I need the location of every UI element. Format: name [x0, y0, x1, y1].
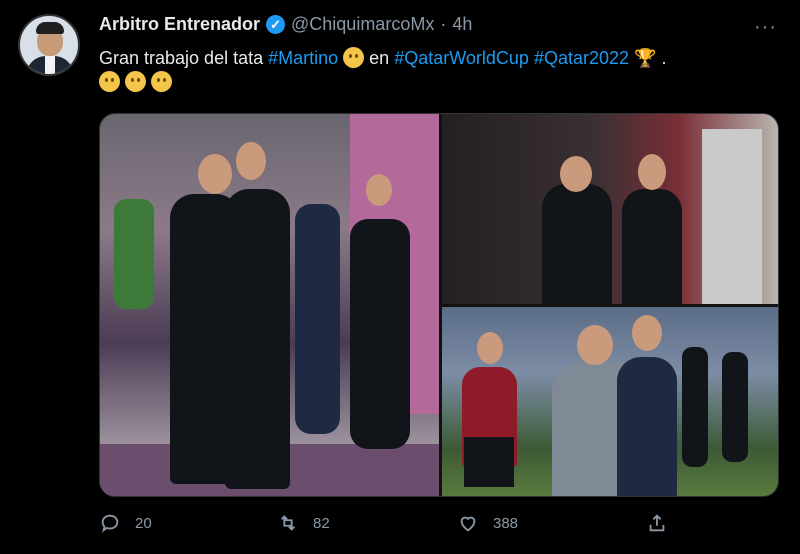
trophy-emoji-icon: 🏆: [634, 48, 657, 68]
retweet-action[interactable]: 82: [277, 512, 330, 534]
retweet-count: 82: [313, 514, 330, 532]
author-handle[interactable]: @ChiquimarcoMx: [291, 14, 434, 35]
share-icon: [649, 514, 665, 532]
hashtag-martino[interactable]: #Martino: [268, 48, 338, 68]
stadium-hug-photo[interactable]: [442, 307, 778, 496]
tweet-text: Gran trabajo del tata #Martino en #Qatar…: [99, 46, 779, 94]
avatar-shirt: [45, 56, 55, 74]
more-options-icon[interactable]: ···: [754, 16, 777, 39]
avatar-hair: [36, 22, 64, 34]
heart-icon: [460, 516, 476, 532]
share-action[interactable]: [646, 512, 668, 534]
winking-face-emoji-icon: [343, 47, 365, 68]
tweet-text-part: Gran trabajo del tata: [99, 48, 269, 68]
tweet-text-period: .: [656, 48, 667, 68]
tweet-header: Arbitro Entrenador ✓ @ChiquimarcoMx · 4h: [99, 14, 472, 35]
separator-dot: ·: [440, 14, 447, 34]
rolling-laughing-face-emoji-icon: [151, 71, 173, 92]
hashtag-qatar2022[interactable]: #Qatar2022: [534, 48, 629, 68]
media-grid: [99, 113, 779, 497]
hashtag-qatarworldcup[interactable]: #QatarWorldCup: [394, 48, 529, 68]
author-name[interactable]: Arbitro Entrenador: [99, 14, 260, 35]
tunnel-hug-photo[interactable]: [100, 114, 439, 496]
handshake-photo[interactable]: [442, 114, 778, 304]
winking-tongue-face-emoji-icon: [125, 71, 147, 92]
tweet-text-part: en: [364, 48, 395, 68]
author-avatar[interactable]: [18, 14, 80, 76]
tweet-time[interactable]: 4h: [452, 14, 472, 35]
reply-icon: [101, 514, 119, 533]
thinking-face-emoji-icon: [99, 71, 120, 92]
reply-count: 20: [135, 514, 152, 532]
reply-action[interactable]: 20: [99, 512, 152, 534]
tweet-actions: 20 82 388: [99, 512, 679, 542]
like-count: 388: [493, 514, 519, 532]
retweet-icon: [280, 515, 296, 531]
like-action[interactable]: 388: [457, 512, 518, 534]
verified-badge-icon: ✓: [266, 15, 286, 34]
